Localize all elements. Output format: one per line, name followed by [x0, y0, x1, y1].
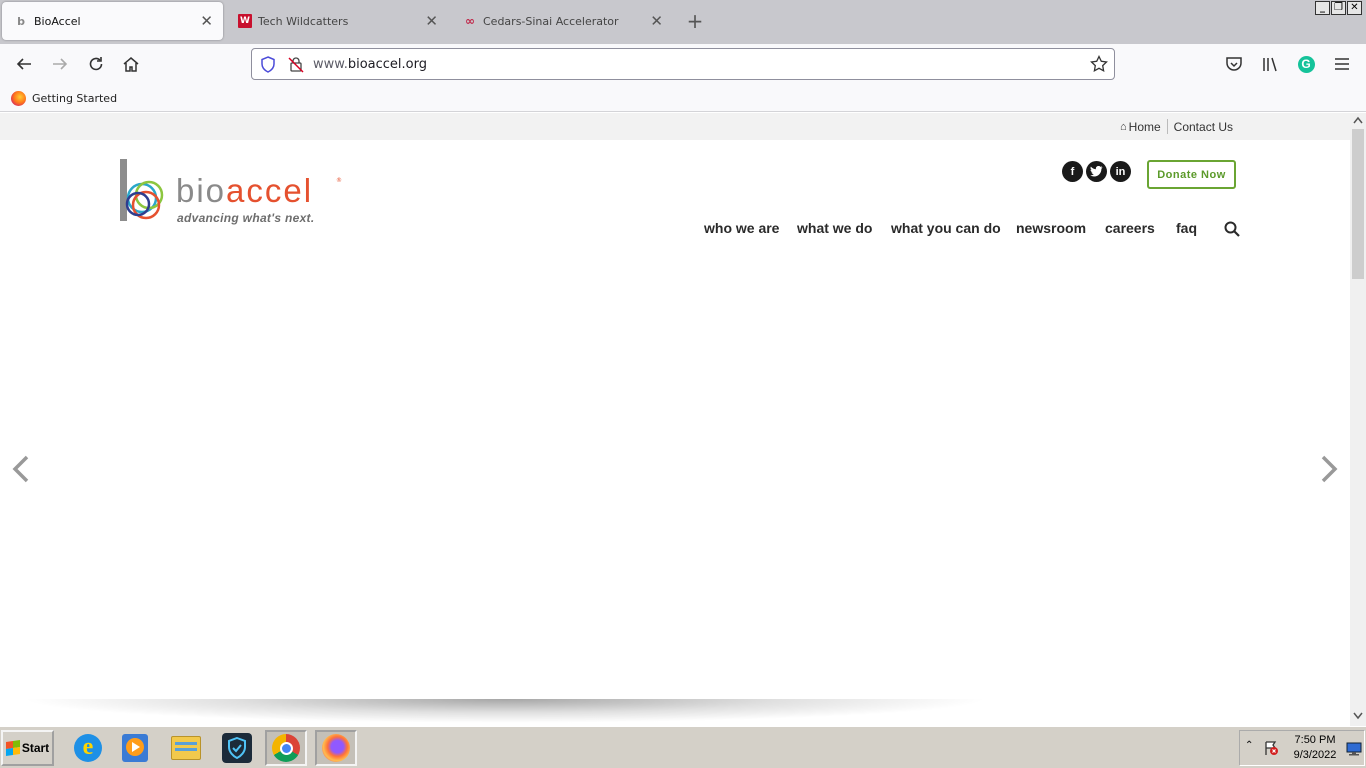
security-shield-app-icon[interactable]: [216, 730, 258, 766]
cedars-sinai-favicon-icon: ∞: [465, 14, 475, 28]
nav-who-we-are[interactable]: who we are: [704, 220, 779, 236]
address-bar[interactable]: www.bioaccel.org: [251, 48, 1115, 80]
firefox-icon: [11, 91, 26, 106]
insecure-lock-icon[interactable]: [288, 56, 304, 73]
restore-button[interactable]: ❐: [1331, 1, 1346, 15]
minimize-button[interactable]: _: [1315, 1, 1330, 15]
pocket-icon: [1226, 57, 1242, 71]
logo-wordmark: bioaccel: [176, 172, 314, 209]
bioaccel-favicon-icon: b: [17, 14, 25, 28]
close-tab-icon[interactable]: ✕: [425, 12, 438, 30]
app-menu-button[interactable]: [1331, 53, 1353, 75]
close-window-button[interactable]: ✕: [1347, 1, 1362, 15]
tracking-shield-icon[interactable]: [260, 56, 276, 73]
divider: [1166, 119, 1168, 134]
new-tab-button[interactable]: +: [684, 9, 706, 33]
search-icon[interactable]: [1224, 221, 1240, 237]
back-arrow-icon: [16, 58, 31, 70]
clock-time: 7:50 PM: [1294, 734, 1336, 746]
twitter-icon[interactable]: [1086, 161, 1107, 182]
start-button[interactable]: Start: [1, 730, 54, 766]
scroll-thumb[interactable]: [1352, 129, 1364, 279]
windows-flag-icon: [5, 740, 20, 756]
close-tab-icon[interactable]: ✕: [650, 12, 663, 30]
home-button[interactable]: [120, 53, 142, 75]
reload-button[interactable]: [85, 53, 107, 75]
tab-cedars-sinai[interactable]: ∞ Cedars-Sinai Accelerator ✕: [451, 2, 673, 40]
utility-bar: ⌂ Home Contact Us: [0, 113, 1350, 140]
bookmark-getting-started[interactable]: Getting Started: [11, 91, 117, 106]
nav-what-you-can-do[interactable]: what you can do: [891, 220, 1001, 236]
media-player-icon[interactable]: [114, 730, 156, 766]
home-link[interactable]: Home: [1129, 120, 1161, 134]
page-scrollbar[interactable]: [1350, 113, 1366, 726]
tab-bioaccel[interactable]: b BioAccel ✕: [2, 2, 223, 40]
scroll-down-icon[interactable]: [1353, 712, 1363, 720]
url-text: www.bioaccel.org: [313, 57, 427, 72]
hamburger-menu-icon: [1335, 58, 1349, 70]
tray-expand-icon[interactable]: ⌃: [1245, 740, 1253, 751]
bookmark-label: Getting Started: [32, 92, 118, 105]
nav-faq[interactable]: faq: [1176, 220, 1197, 236]
bookmarks-toolbar: Getting Started: [0, 84, 1366, 112]
utility-links: ⌂ Home Contact Us: [1120, 119, 1233, 134]
tab-tech-wildcatters[interactable]: W Tech Wildcatters ✕: [226, 2, 448, 40]
tab-strip: b BioAccel ✕ W Tech Wildcatters ✕ ∞ Ceda…: [0, 0, 1366, 44]
slider-shadow: [20, 699, 990, 723]
reload-icon: [89, 57, 103, 71]
bioaccel-logo[interactable]: bioaccel ® advancing what's next.: [118, 157, 348, 229]
grammarly-icon: G: [1297, 55, 1315, 73]
home-icon: [123, 57, 139, 72]
slider-prev-arrow-icon[interactable]: [11, 454, 31, 484]
tab-title: Tech Wildcatters: [258, 14, 349, 28]
forward-button[interactable]: [49, 53, 71, 75]
back-button[interactable]: [13, 53, 35, 75]
firefox-taskbar-icon[interactable]: [315, 730, 357, 766]
tab-title: BioAccel: [34, 14, 81, 28]
nav-newsroom[interactable]: newsroom: [1016, 220, 1086, 236]
slider-next-arrow-icon[interactable]: [1319, 454, 1339, 484]
chrome-icon[interactable]: [265, 730, 307, 766]
tab-title: Cedars-Sinai Accelerator: [483, 14, 619, 28]
internet-explorer-icon[interactable]: e: [67, 730, 109, 766]
facebook-icon[interactable]: f: [1062, 161, 1083, 182]
linkedin-icon[interactable]: in: [1110, 161, 1131, 182]
contact-us-link[interactable]: Contact Us: [1174, 120, 1233, 134]
nav-what-we-do[interactable]: what we do: [797, 220, 872, 236]
pocket-button[interactable]: [1223, 53, 1245, 75]
logo-tagline: advancing what's next.: [177, 211, 315, 225]
scroll-up-icon[interactable]: [1353, 116, 1363, 124]
library-icon: [1263, 57, 1277, 72]
web-page: ⌂ Home Contact Us bioaccel ® advancing w…: [0, 113, 1350, 726]
navigation-toolbar: www.bioaccel.org G: [0, 44, 1366, 84]
clock-date: 9/3/2022: [1293, 749, 1337, 761]
file-explorer-icon[interactable]: [165, 730, 207, 766]
close-tab-icon[interactable]: ✕: [200, 12, 213, 30]
tech-wildcatters-favicon-icon: W: [238, 14, 252, 28]
library-button[interactable]: [1259, 53, 1281, 75]
forward-arrow-icon: [53, 58, 68, 70]
system-clock[interactable]: 7:50 PM 9/3/2022: [1287, 733, 1343, 763]
windows-taskbar: Start e ⌃ 7:50 PM 9/3/2022: [0, 726, 1366, 768]
bookmark-star-icon[interactable]: [1090, 55, 1108, 73]
network-monitor-icon[interactable]: [1346, 742, 1362, 756]
trademark-icon: ®: [336, 177, 342, 184]
grammarly-button[interactable]: G: [1295, 53, 1317, 75]
home-small-icon: ⌂: [1120, 120, 1127, 133]
logo-circles-icon: [120, 159, 164, 221]
donate-now-button[interactable]: Donate Now: [1147, 160, 1236, 189]
nav-careers[interactable]: careers: [1105, 220, 1155, 236]
action-center-flag-icon[interactable]: [1263, 740, 1279, 756]
